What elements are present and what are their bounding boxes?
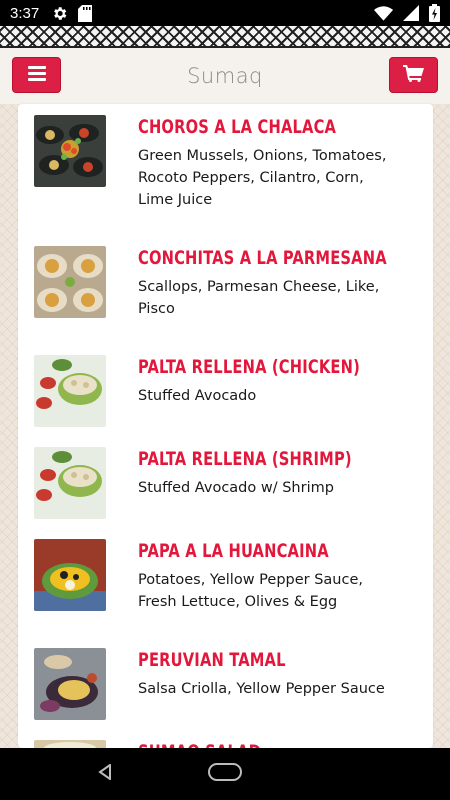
menu-list: CHOROS A LA CHALACA Green Mussels, Onion…: [18, 104, 433, 748]
item-name: PERUVIAN TAMAL: [138, 649, 286, 671]
nav-back-button[interactable]: [85, 754, 125, 794]
cart-button[interactable]: [389, 57, 438, 93]
decorative-pattern-band: [0, 26, 450, 48]
item-description: Green Mussels, Onions, Tomatoes, Rocoto …: [138, 148, 387, 208]
dish-photo: [34, 539, 106, 611]
sd-card-icon: [78, 4, 93, 22]
item-name: CHOROS A LA CHALACA: [138, 116, 337, 138]
menu-item-peruvian-tamal[interactable]: PERUVIAN TAMAL Salsa Criolla, Yellow Pep…: [18, 648, 433, 723]
item-name: PALTA RELLENA (SHRIMP): [138, 448, 352, 470]
menu-item-choros-a-la-chalaca[interactable]: CHOROS A LA CHALACA Green Mussels, Onion…: [18, 115, 433, 225]
status-bar: 3:37: [0, 0, 450, 26]
signal-icon: [403, 5, 419, 21]
system-nav-bar: [0, 748, 450, 800]
item-description: Scallops, Parmesan Cheese, Like, Pisco: [138, 279, 380, 317]
item-name: SUMAQ SALAD: [138, 740, 383, 748]
shopping-cart-icon: [403, 64, 424, 86]
dish-photo: [34, 447, 106, 519]
home-icon: [208, 763, 242, 785]
dish-photo: [34, 355, 106, 427]
hamburger-menu-icon: [27, 65, 46, 85]
app-title: Sumaq: [187, 64, 263, 88]
item-name: PALTA RELLENA (CHICKEN): [138, 356, 360, 378]
dish-photo: [34, 648, 106, 720]
dish-photo: [34, 246, 106, 318]
back-icon: [98, 763, 112, 784]
item-description: Salsa Criolla, Yellow Pepper Sauce: [138, 681, 385, 697]
item-name: PAPA A LA HUANCAINA: [138, 540, 329, 562]
wifi-icon: [374, 5, 393, 21]
item-description: Potatoes, Yellow Pepper Sauce, Fresh Let…: [138, 572, 363, 610]
dish-photo: [34, 740, 106, 748]
menu-item-papa-a-la-huancaina[interactable]: PAPA A LA HUANCAINA Potatoes, Yellow Pep…: [18, 539, 433, 629]
menu-item-palta-rellena-chicken[interactable]: PALTA RELLENA (CHICKEN) Stuffed Avocado: [18, 355, 433, 430]
gear-icon: [51, 5, 68, 22]
menu-item-sumaq-salad[interactable]: SUMAQ SALAD: [18, 740, 433, 748]
item-name: CONCHITAS A LA PARMESANA: [138, 247, 387, 269]
battery-charging-icon: [429, 4, 440, 22]
item-description: Stuffed Avocado w/ Shrimp: [138, 480, 334, 496]
status-time: 3:37: [10, 4, 40, 22]
nav-recents-button[interactable]: [325, 754, 365, 794]
menu-item-conchitas-a-la-parmesana[interactable]: CONCHITAS A LA PARMESANA Scallops, Parme…: [18, 246, 433, 336]
dish-photo: [34, 115, 106, 187]
app-header: Sumaq: [0, 48, 450, 104]
nav-home-button[interactable]: [205, 754, 245, 794]
menu-button[interactable]: [12, 57, 61, 93]
menu-item-palta-rellena-shrimp[interactable]: PALTA RELLENA (SHRIMP) Stuffed Avocado w…: [18, 447, 433, 522]
item-description: Stuffed Avocado: [138, 388, 257, 404]
recents-icon: [338, 765, 352, 784]
